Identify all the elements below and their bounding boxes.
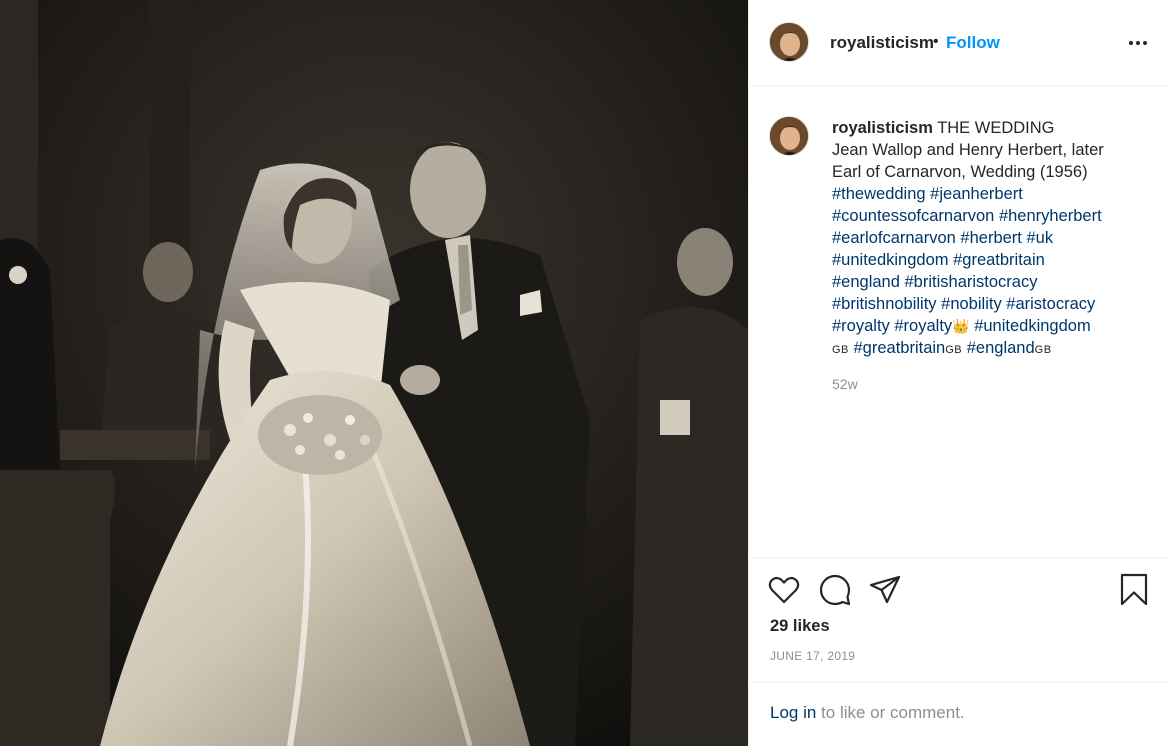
avatar-portrait-icon [770, 23, 808, 61]
post-header: royalisticism • Follow [749, 0, 1168, 86]
caption-section: royalisticism THE WEDDING Jean Wallop an… [749, 87, 1168, 557]
post-actions: 29 likes JUNE 17, 2019 [749, 557, 1168, 682]
avatar-portrait-icon [770, 117, 808, 155]
like-count[interactable]: 29 likes [770, 617, 830, 636]
post-caption: royalisticism THE WEDDING Jean Wallop an… [832, 117, 1152, 361]
hashtag-link[interactable]: #greatbritain [854, 339, 946, 357]
hashtag-link[interactable]: #thewedding [832, 185, 926, 203]
hashtag-link[interactable]: #unitedkingdom [974, 317, 1091, 335]
hashtag-link[interactable]: #uk [1026, 229, 1053, 247]
caption-username[interactable]: royalisticism [832, 119, 933, 137]
hashtag-link[interactable]: #britishnobility [832, 295, 937, 313]
hashtag-link[interactable]: #england [832, 273, 900, 291]
hashtag-link[interactable]: #royalty [894, 317, 952, 335]
wedding-photo-image [0, 0, 748, 746]
hashtag-link[interactable]: #greatbritain [953, 251, 1045, 269]
caption-time-ago[interactable]: 52w [832, 376, 858, 392]
avatar[interactable] [769, 22, 809, 62]
hashtag-link[interactable]: #royalty [832, 317, 890, 335]
post-photo[interactable] [0, 0, 748, 746]
hashtag-link[interactable]: #aristocracy [1006, 295, 1095, 313]
hashtag-link[interactable]: #herbert [960, 229, 1021, 247]
hashtag-link[interactable]: #britisharistocracy [905, 273, 1038, 291]
crown-emoji: 👑 [952, 318, 970, 334]
comment-icon[interactable] [818, 573, 852, 607]
gb-flag-emoji: GB [1034, 344, 1052, 356]
paper-plane-icon[interactable] [868, 573, 902, 607]
header-separator: • [933, 33, 939, 50]
caption-text-line: Earl of Carnarvon, Wedding (1956) [832, 163, 1088, 181]
comment-section: Log in to like or comment. [749, 682, 1168, 746]
caption-title: THE WEDDING [937, 119, 1055, 137]
hashtag-link[interactable]: #countessofcarnarvon [832, 207, 994, 225]
post-date[interactable]: JUNE 17, 2019 [770, 649, 855, 663]
heart-icon[interactable] [767, 573, 801, 607]
hashtag-link[interactable]: #england [967, 339, 1035, 357]
hashtag-link[interactable]: #nobility [941, 295, 1002, 313]
hashtag-link[interactable]: #henryherbert [999, 207, 1102, 225]
hashtag-link[interactable]: #earlofcarnarvon [832, 229, 956, 247]
more-options-icon[interactable] [1127, 32, 1149, 54]
gb-flag-emoji: GB [832, 344, 849, 356]
hashtag-link[interactable]: #unitedkingdom [832, 251, 949, 269]
header-username[interactable]: royalisticism [830, 33, 934, 53]
caption-text-line: Jean Wallop and Henry Herbert, later [832, 141, 1104, 159]
login-suffix: to like or comment. [816, 703, 965, 722]
follow-button[interactable]: Follow [946, 33, 1000, 53]
bookmark-icon[interactable] [1117, 573, 1151, 607]
login-link[interactable]: Log in [770, 703, 816, 722]
caption-avatar[interactable] [769, 116, 809, 156]
post-details-panel: royalisticism • Follow royalisticism THE… [748, 0, 1168, 746]
hashtag-link[interactable]: #jeanherbert [930, 185, 1023, 203]
gb-flag-emoji: GB [945, 344, 963, 356]
login-prompt: Log in to like or comment. [770, 703, 965, 723]
